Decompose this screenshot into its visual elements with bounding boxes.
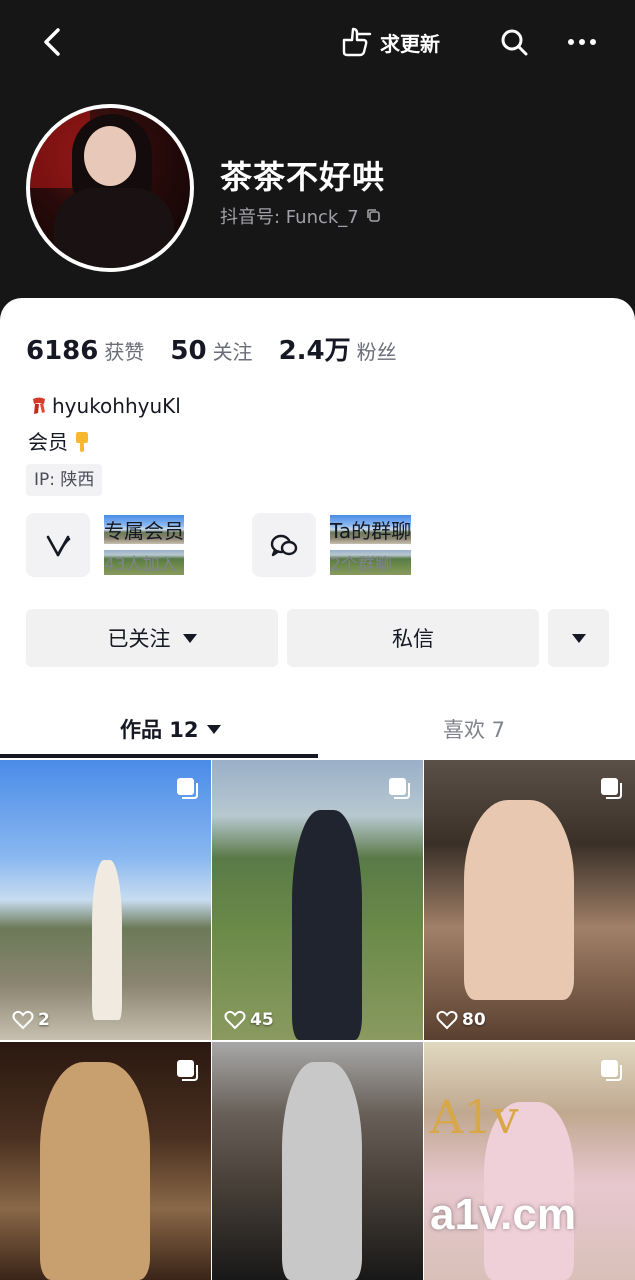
feature-text: 专属会员 43人加入: [104, 515, 184, 575]
multi-image-icon: [389, 778, 410, 799]
feature-subtitle: 2个群聊: [330, 550, 412, 575]
post-thumbnail[interactable]: [212, 1042, 423, 1280]
heart-icon: [436, 1010, 458, 1030]
multi-image-icon: [177, 778, 198, 799]
exclusive-membership-entry[interactable]: 专属会员 43人加入: [26, 512, 184, 578]
multi-image-icon: [177, 1060, 198, 1081]
post-likes: 80: [436, 1010, 486, 1030]
scarf-emoji-icon: [33, 397, 45, 414]
stat-value: 2.4万: [278, 336, 351, 366]
bio-text-2: 会员: [28, 430, 68, 454]
message-button[interactable]: 私信: [287, 609, 539, 667]
caret-down-icon: [206, 724, 221, 734]
feature-icon-box: [252, 513, 316, 577]
post-likes-count: 45: [250, 1010, 274, 1030]
ip-location-tag: IP: 陕西: [26, 464, 103, 496]
multi-image-icon: [601, 1060, 622, 1081]
post-likes-count: 2: [38, 1010, 50, 1030]
feature-title: Ta的群聊: [330, 515, 412, 544]
post-likes: 45: [224, 1010, 274, 1030]
bio-line-1: hyukohhyuKl: [28, 394, 181, 418]
profile-name: 茶茶不好哄: [220, 158, 386, 196]
search-button[interactable]: [496, 22, 532, 62]
watermark-site: a1v.cm: [430, 1190, 576, 1239]
active-tab-indicator: [0, 754, 318, 758]
post-likes-count: 80: [462, 1010, 486, 1030]
post-figure: [464, 800, 574, 1000]
stat-value: 50: [170, 336, 207, 366]
post-figure: [282, 1062, 362, 1280]
feature-title: 专属会员: [104, 515, 184, 544]
heart-icon: [12, 1010, 34, 1030]
back-button[interactable]: [36, 22, 72, 62]
post-thumbnail[interactable]: [424, 1042, 635, 1280]
stat-value: 6186: [26, 336, 99, 366]
feature-text: Ta的群聊 2个群聊: [330, 515, 412, 575]
tab-works[interactable]: 作品 12: [120, 700, 221, 758]
stats-row: 6186 获赞 50 关注 2.4万 粉丝: [26, 330, 423, 367]
post-likes: 2: [12, 1010, 50, 1030]
post-thumbnail[interactable]: 2: [0, 760, 211, 1040]
post-figure: [40, 1062, 150, 1280]
post-thumbnail[interactable]: [0, 1042, 211, 1280]
post-figure: [292, 810, 362, 1040]
caret-down-icon: [571, 633, 586, 643]
avatar-body: [54, 188, 174, 268]
feature-icon-box: [26, 513, 90, 577]
v-member-icon: [46, 535, 71, 557]
post-thumbnail[interactable]: 80: [424, 760, 635, 1040]
avatar-face: [84, 126, 136, 186]
avatar[interactable]: [26, 104, 194, 272]
group-chat-entry[interactable]: Ta的群聊 2个群聊: [252, 512, 412, 578]
feature-subtitle: 43人加入: [104, 550, 184, 575]
tab-works-label: 作品 12: [120, 718, 199, 742]
more-actions-dropdown[interactable]: [548, 609, 609, 667]
caret-down-icon: [182, 633, 197, 643]
stat-likes[interactable]: 6186 获赞: [26, 336, 144, 366]
post-thumbnail[interactable]: 45: [212, 760, 423, 1040]
tab-likes-label: 喜欢 7: [443, 718, 506, 742]
chat-group-icon: [270, 534, 298, 557]
followed-button[interactable]: 已关注: [26, 609, 278, 667]
copy-icon[interactable]: [365, 207, 383, 225]
douyin-id[interactable]: 抖音号: Funck_7: [220, 203, 383, 229]
pointing-down-emoji-icon: [76, 431, 88, 452]
stat-followers[interactable]: 2.4万 粉丝: [279, 330, 397, 367]
tab-likes[interactable]: 喜欢 7: [443, 700, 505, 758]
chevron-left-icon: [44, 28, 60, 56]
request-update-button[interactable]: 求更新: [338, 22, 440, 62]
pointing-hand-icon: [342, 27, 372, 57]
watermark-logo: A1v: [430, 1090, 519, 1144]
message-label: 私信: [392, 627, 434, 651]
stat-label: 粉丝: [356, 340, 397, 364]
request-update-label: 求更新: [380, 31, 440, 56]
douyin-id-text: 抖音号: Funck_7: [220, 207, 359, 228]
more-button[interactable]: [562, 22, 602, 62]
search-icon: [501, 29, 528, 56]
content-tabs: 作品 12 喜欢 7: [0, 700, 635, 758]
heart-icon: [224, 1010, 246, 1030]
followed-label: 已关注: [107, 627, 171, 651]
stat-label: 获赞: [104, 340, 145, 364]
bio-line-2: 会员: [28, 426, 94, 455]
post-figure: [92, 860, 122, 1020]
stat-following[interactable]: 50 关注: [170, 336, 252, 366]
more-dots-icon: [568, 39, 596, 45]
stat-label: 关注: [212, 340, 253, 364]
bio-text-1: hyukohhyuKl: [52, 394, 181, 418]
multi-image-icon: [601, 778, 622, 799]
